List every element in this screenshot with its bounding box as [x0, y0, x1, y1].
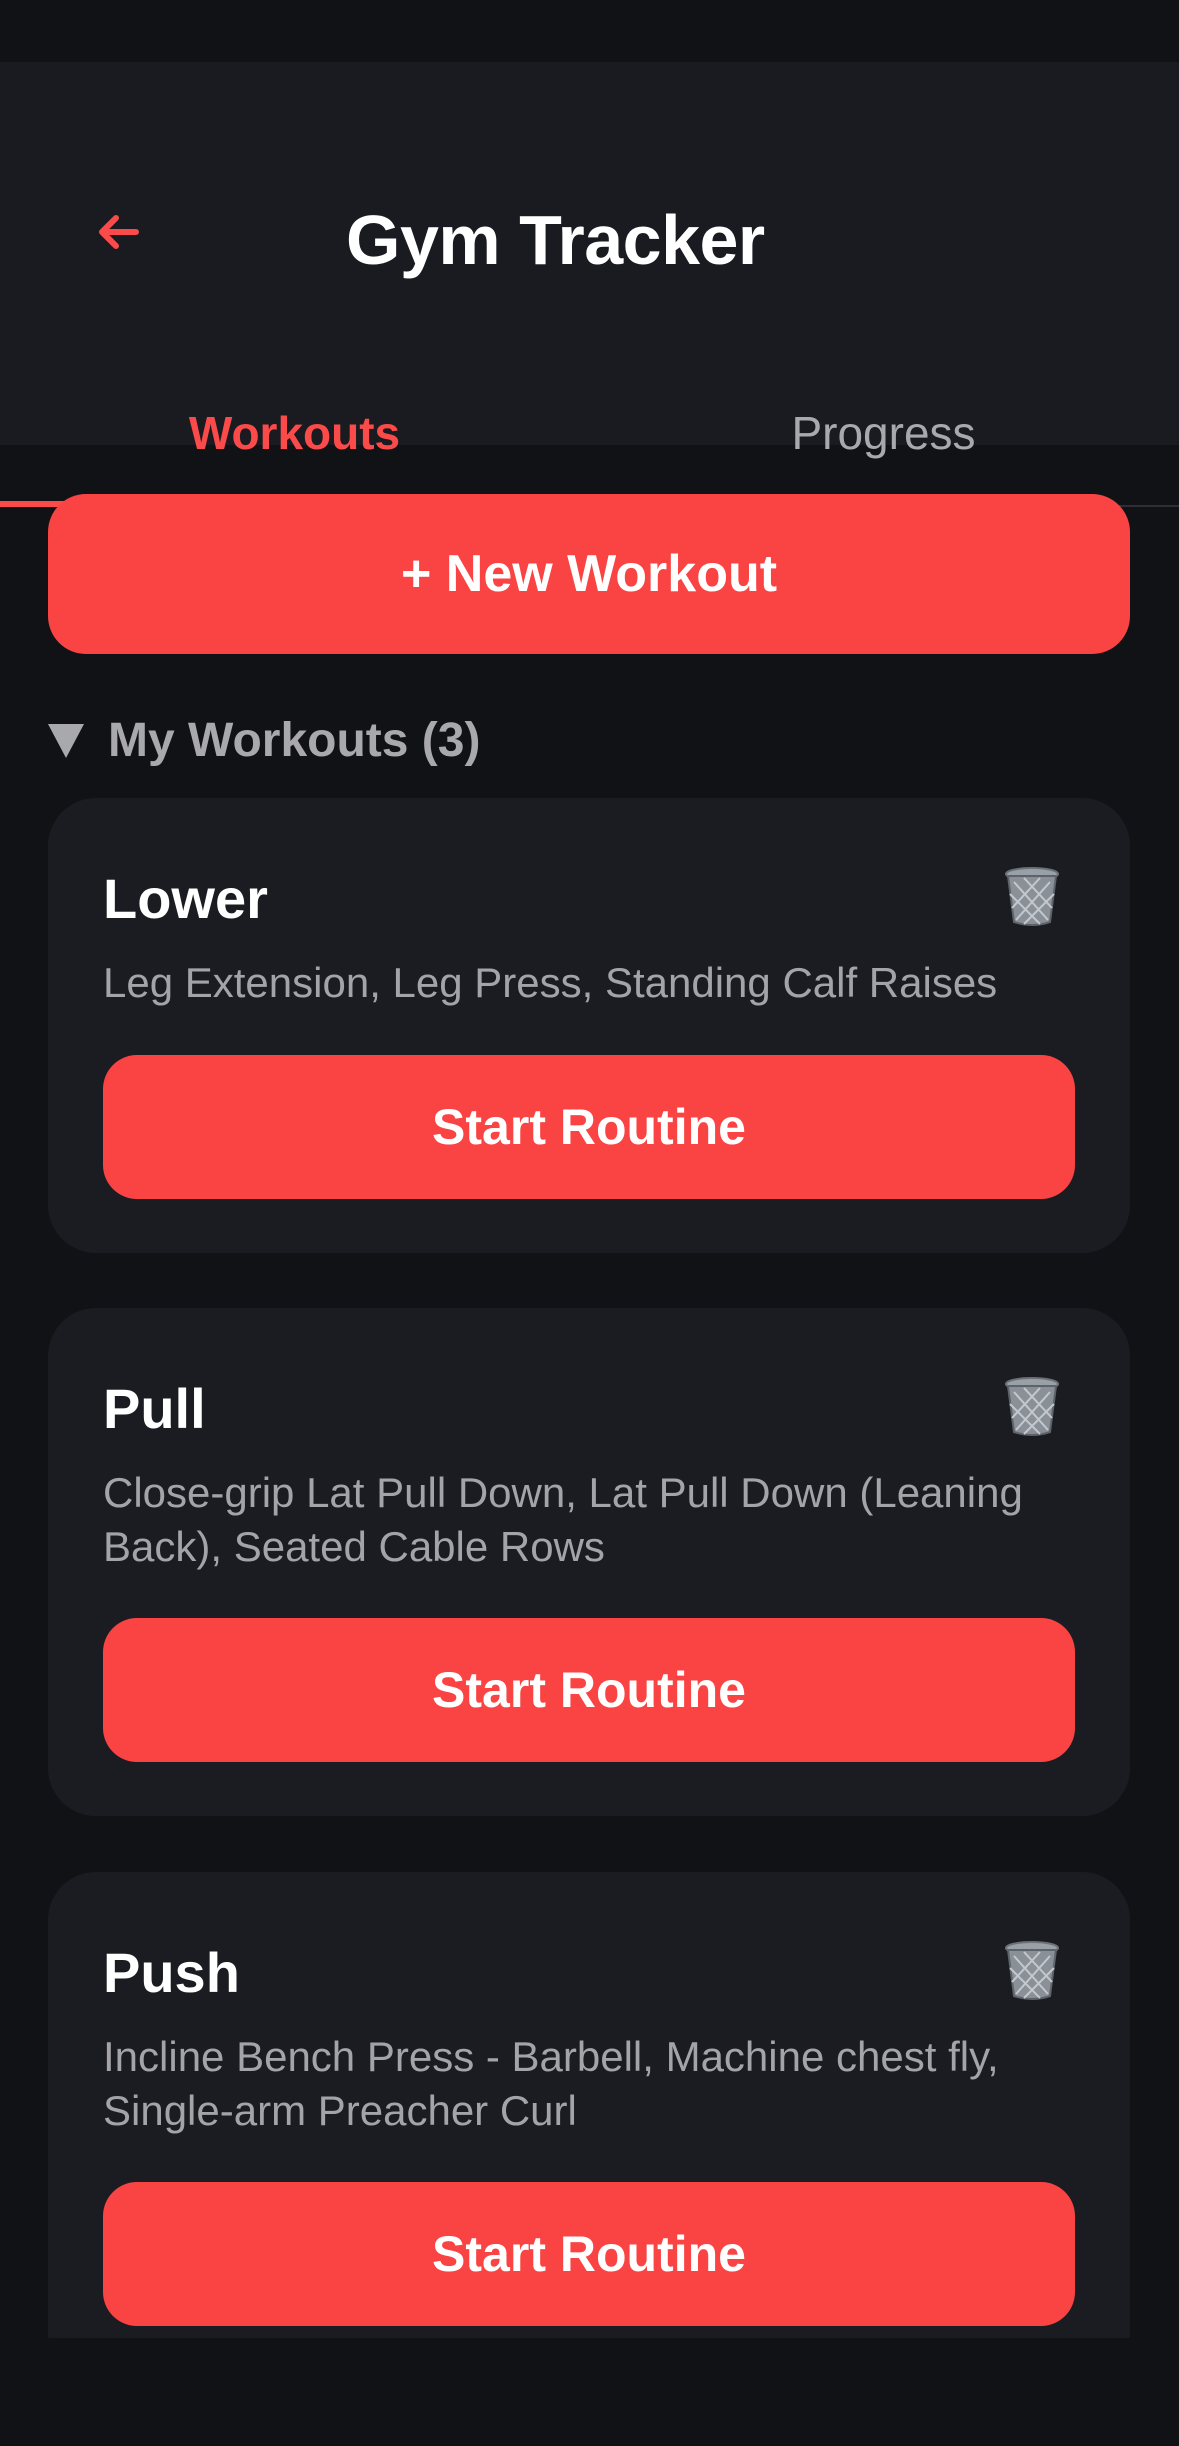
- back-button[interactable]: [88, 202, 148, 262]
- workout-name: Pull: [103, 1377, 206, 1440]
- workout-card: Pull Close-grip Lat Pull Down, Lat Pull …: [48, 1308, 1130, 1816]
- workout-card: Lower Leg Extension, Leg Press, Standing…: [48, 798, 1130, 1253]
- exercise-list: Incline Bench Press - Barbell, Machine c…: [103, 2033, 999, 2134]
- page-title: Gym Tracker: [346, 201, 765, 279]
- tab-workouts[interactable]: Workouts: [0, 362, 589, 503]
- workout-name: Push: [103, 1941, 240, 2004]
- app-header: Gym Tracker Workouts Progress: [0, 62, 1179, 507]
- exercise-list: Close-grip Lat Pull Down, Lat Pull Down …: [103, 1469, 1023, 1570]
- trash-icon[interactable]: [1000, 1374, 1064, 1438]
- arrow-left-icon: [99, 215, 139, 249]
- my-workouts-section-toggle[interactable]: My Workouts (3): [48, 710, 480, 770]
- workout-name: Lower: [103, 867, 268, 930]
- tab-progress[interactable]: Progress: [589, 362, 1178, 503]
- trash-icon[interactable]: [1000, 1938, 1064, 2002]
- exercise-list: Leg Extension, Leg Press, Standing Calf …: [103, 959, 998, 1006]
- triangle-down-icon: [48, 724, 84, 758]
- start-routine-button[interactable]: Start Routine: [103, 1618, 1075, 1762]
- start-routine-button[interactable]: Start Routine: [103, 2182, 1075, 2326]
- trash-icon[interactable]: [1000, 864, 1064, 928]
- start-routine-button[interactable]: Start Routine: [103, 1055, 1075, 1199]
- section-label: My Workouts (3): [108, 713, 481, 767]
- tab-bar: Workouts Progress: [0, 362, 1179, 507]
- workout-card: Push Incline Bench Press - Barbell, Mach…: [48, 1872, 1130, 2380]
- new-workout-button[interactable]: + New Workout: [48, 494, 1130, 654]
- screen: Gym Tracker Workouts Progress + New Work…: [0, 0, 1179, 2446]
- bottom-safe-area: [0, 2338, 1179, 2446]
